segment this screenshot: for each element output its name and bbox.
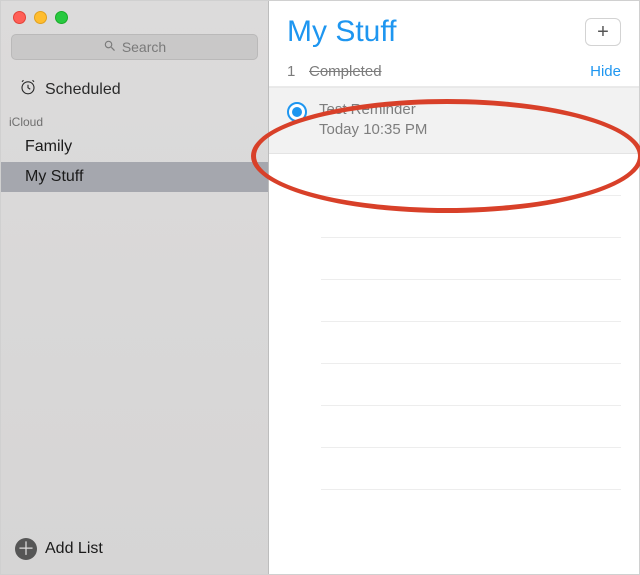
- completed-count: 1: [287, 63, 309, 80]
- search-input[interactable]: Search: [11, 34, 258, 60]
- add-list-button[interactable]: ＋ Add List: [1, 528, 268, 574]
- empty-row[interactable]: [321, 238, 621, 280]
- plus-circle-icon: ＋: [15, 538, 37, 560]
- plus-icon: +: [597, 21, 609, 44]
- reminder-text: Test Reminder Today 10:35 PM: [319, 100, 427, 141]
- empty-row[interactable]: [321, 406, 621, 448]
- completed-label: Completed: [309, 63, 382, 80]
- search-container: Search: [1, 32, 268, 70]
- add-list-label: Add List: [45, 540, 103, 558]
- empty-row[interactable]: [321, 280, 621, 322]
- clock-icon: [19, 78, 37, 101]
- empty-row[interactable]: [321, 364, 621, 406]
- empty-row[interactable]: [321, 154, 621, 196]
- radio-dot-icon: [292, 107, 302, 117]
- scheduled-label: Scheduled: [45, 81, 121, 99]
- completed-section-header[interactable]: 1 Completed Hide: [269, 55, 639, 87]
- empty-row[interactable]: [321, 448, 621, 490]
- fullscreen-window-button[interactable]: [55, 11, 68, 24]
- sidebar-list-family[interactable]: Family: [1, 132, 268, 162]
- window-controls: [1, 1, 268, 32]
- empty-row[interactable]: [321, 322, 621, 364]
- sidebar-list-my-stuff[interactable]: My Stuff: [1, 162, 268, 192]
- empty-row[interactable]: [321, 196, 621, 238]
- search-placeholder: Search: [122, 39, 166, 55]
- list-title: My Stuff: [287, 15, 396, 49]
- minimize-window-button[interactable]: [34, 11, 47, 24]
- reminder-subtitle: Today 10:35 PM: [319, 120, 427, 140]
- reminder-title: Test Reminder: [319, 100, 427, 120]
- main-panel: My Stuff + 1 Completed Hide Test Reminde…: [269, 1, 639, 574]
- search-icon: [103, 39, 117, 56]
- hide-completed-link[interactable]: Hide: [590, 63, 621, 80]
- scheduled-item[interactable]: Scheduled: [1, 70, 268, 109]
- empty-rows: [269, 154, 639, 575]
- add-reminder-button[interactable]: +: [585, 18, 621, 46]
- close-window-button[interactable]: [13, 11, 26, 24]
- app-window: Search Scheduled iCloud Family My Stuff …: [0, 0, 640, 575]
- reminder-item[interactable]: Test Reminder Today 10:35 PM: [269, 87, 639, 154]
- main-header: My Stuff +: [269, 1, 639, 55]
- reminder-complete-toggle[interactable]: [287, 102, 307, 122]
- sidebar-section-label: iCloud: [1, 109, 268, 132]
- sidebar: Search Scheduled iCloud Family My Stuff …: [1, 1, 269, 574]
